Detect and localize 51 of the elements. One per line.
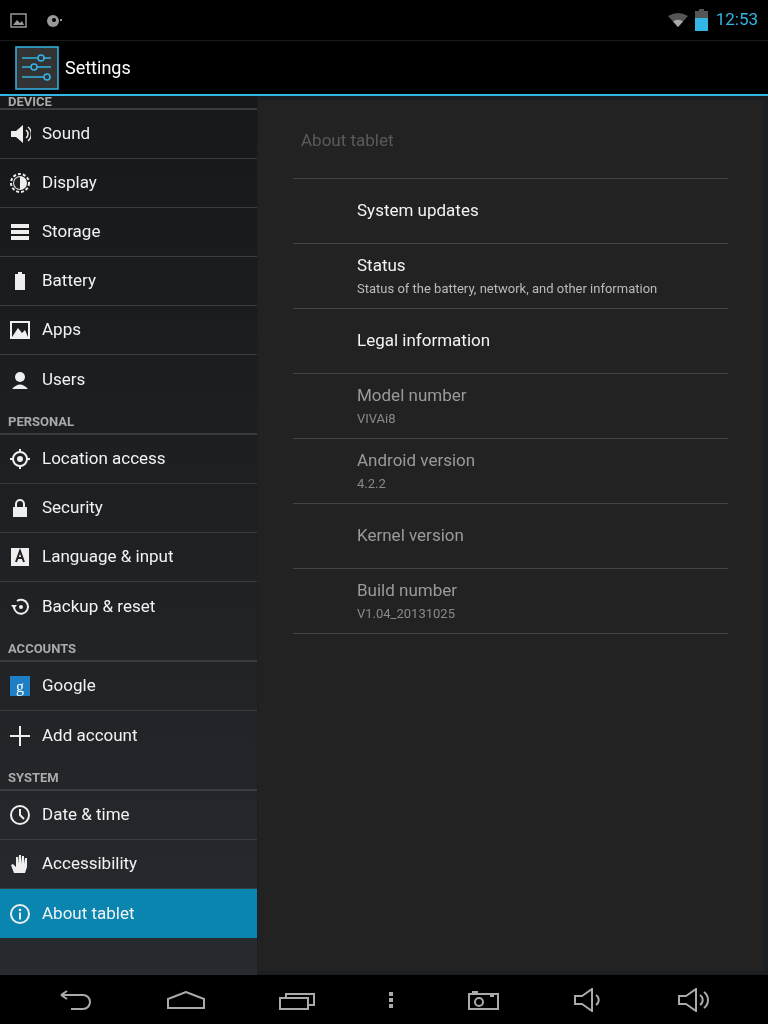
home-icon[interactable] (166, 990, 205, 1009)
brightness-icon (9, 172, 31, 194)
camera-icon[interactable] (468, 989, 501, 1010)
sidebar-item[interactable]: Apps (0, 306, 257, 355)
settings-app-icon[interactable] (15, 45, 59, 90)
battery-icon (694, 9, 708, 31)
preference-title: Build number (357, 579, 459, 602)
google-icon: g (9, 675, 31, 697)
sidebar-item[interactable]: Language & input (0, 533, 257, 582)
section-title: About tablet (293, 128, 728, 179)
section-header: SYSTEM (8, 771, 59, 784)
sidebar-item[interactable]: Battery (0, 257, 257, 306)
preference-summary: V1.04_20131025 (357, 604, 456, 623)
preference-title[interactable]: System updates (357, 197, 728, 224)
info-icon (9, 902, 31, 925)
sidebar-item[interactable]: About tablet (0, 889, 257, 938)
disc-notification-icon (46, 12, 63, 28)
sidebar-item[interactable]: Sound (0, 110, 257, 159)
sidebar-item[interactable]: g Google (0, 662, 257, 711)
section-header: ACCOUNTS (8, 642, 77, 655)
preference-title: Model number (357, 384, 468, 407)
sidebar-item[interactable]: Location access (0, 435, 257, 484)
preference-summary: Status of the battery, network, and other information (357, 279, 659, 298)
preference-title[interactable]: Status (357, 253, 728, 279)
storage-icon (9, 221, 31, 243)
sidebar-item[interactable]: Add account (0, 711, 257, 760)
preference-title: Android version (357, 449, 477, 472)
picture-notification-icon (10, 12, 27, 28)
sidebar-item[interactable]: Storage (0, 208, 257, 257)
clock-icon (9, 804, 31, 826)
target-icon (9, 448, 31, 470)
preference-summary: 4.2.2 (357, 474, 387, 493)
wifi-icon (667, 13, 688, 27)
picture-icon (9, 319, 31, 341)
menu-icon[interactable] (388, 990, 395, 1009)
section-header: DEVICE (8, 96, 52, 108)
preference-summary: VIVAi8 (357, 409, 397, 428)
sidebar-item[interactable]: Users (0, 355, 257, 404)
sidebar-item[interactable]: Backup & reset (0, 582, 257, 631)
sidebar-item[interactable]: Display (0, 159, 257, 208)
letter-key-icon (9, 546, 31, 568)
sidebar-item[interactable]: Date & time (0, 791, 257, 840)
preference-title: Kernel version (357, 523, 465, 547)
sidebar-item[interactable]: Security (0, 484, 257, 533)
status-time: 12:53 (715, 8, 758, 32)
section-header: PERSONAL (8, 415, 75, 428)
speaker-icon (9, 123, 31, 145)
volume-up-icon[interactable] (678, 987, 711, 1012)
plus-icon (9, 724, 31, 747)
preference-title[interactable]: Legal information (357, 327, 728, 354)
app-title: Settings (65, 56, 131, 80)
